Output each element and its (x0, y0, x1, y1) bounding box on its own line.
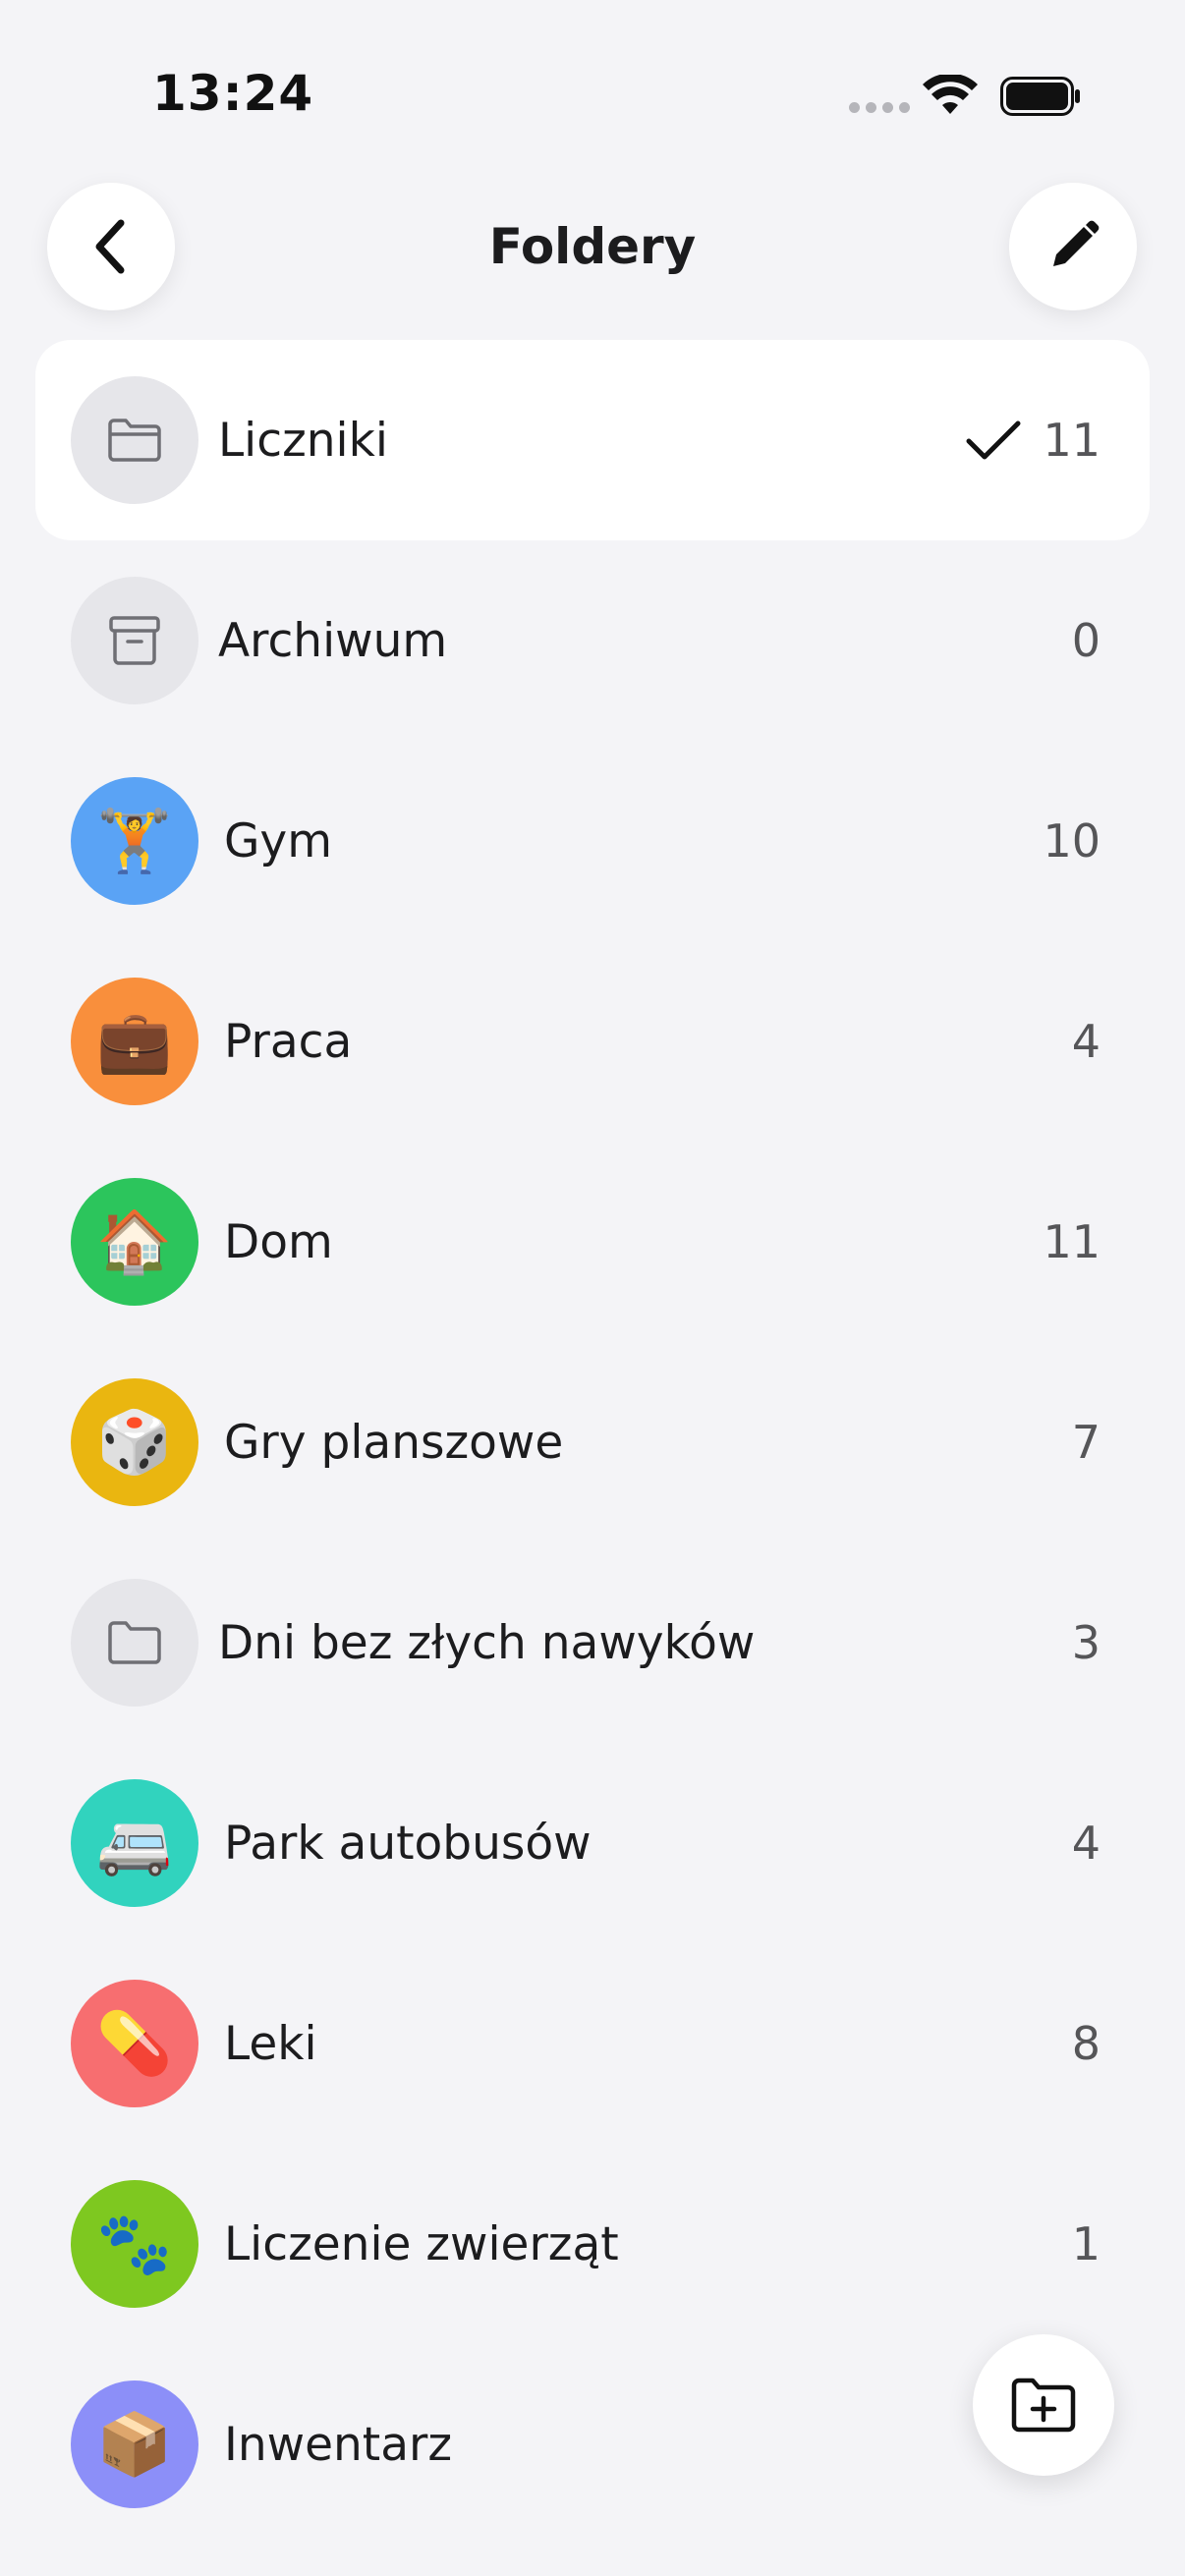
folder-icon-badge (71, 1579, 198, 1707)
add-folder-button[interactable] (973, 2334, 1114, 2476)
checkmark-icon (966, 420, 1021, 460)
folder-row-gry-planszowe[interactable]: 🎲 Gry planszowe 7 (0, 1342, 1185, 1542)
folder-count: 11 (1043, 414, 1100, 467)
folder-icon-badge: 💊 (71, 1980, 198, 2107)
folder-label: Inwentarz (224, 2417, 453, 2472)
folder-row-liczenie-zwierzat[interactable]: 🐾 Liczenie zwierząt 1 (0, 2144, 1185, 2344)
folder-count: 7 (1071, 1416, 1100, 1469)
status-bar: 13:24 (0, 0, 1185, 187)
folder-label: Archiwum (218, 613, 448, 668)
weightlifter-icon: 🏋️ (96, 805, 173, 876)
folder-label: Dom (224, 1214, 333, 1269)
minibus-icon: 🚐 (96, 1807, 173, 1878)
navigation-header: Foldery (0, 183, 1185, 310)
folder-outline-icon (108, 419, 161, 462)
folder-count: 11 (1043, 1215, 1100, 1268)
folder-row-park-autobusow[interactable]: 🚐 Park autobusów 4 (0, 1743, 1185, 1943)
folder-label: Liczniki (218, 413, 388, 468)
folder-label: Gym (224, 813, 333, 868)
cellular-signal-icon (849, 102, 910, 113)
folder-row-liczniki[interactable]: Liczniki 11 (35, 340, 1150, 540)
status-time: 13:24 (152, 65, 314, 122)
folder-label: Liczenie zwierząt (224, 2216, 619, 2271)
folder-icon-badge (71, 577, 198, 704)
folder-list: Liczniki 11 Archiwum 0 🏋️ Gym 10 💼 Praca… (0, 340, 1185, 2545)
folder-label: Park autobusów (224, 1816, 592, 1871)
page-title: Foldery (488, 218, 697, 275)
folder-row-dom[interactable]: 🏠 Dom 11 (0, 1142, 1185, 1342)
folder-count: 0 (1071, 614, 1100, 667)
folder-icon-badge: 📦 (71, 2380, 198, 2508)
folder-label: Dni bez złych nawyków (218, 1615, 756, 1670)
folder-count: 1 (1071, 2217, 1100, 2270)
folder-row-leki[interactable]: 💊 Leki 8 (0, 1943, 1185, 2144)
paw-prints-icon: 🐾 (96, 2208, 173, 2279)
package-icon: 📦 (96, 2408, 173, 2480)
folder-icon-badge: 🎲 (71, 1378, 198, 1506)
pencil-icon (1053, 220, 1100, 266)
folder-count: 8 (1071, 2017, 1100, 2070)
pill-icon: 💊 (96, 2007, 173, 2079)
battery-icon (1000, 77, 1080, 116)
archive-box-icon (109, 616, 160, 665)
edit-button[interactable] (1009, 183, 1137, 310)
folder-icon-badge: 🐾 (71, 2180, 198, 2308)
folder-row-gym[interactable]: 🏋️ Gym 10 (0, 741, 1185, 941)
folder-icon-badge: 🏋️ (71, 777, 198, 905)
folder-outline-icon (108, 1621, 161, 1664)
folder-icon-badge: 💼 (71, 978, 198, 1105)
house-icon: 🏠 (96, 1205, 173, 1277)
folder-row-praca[interactable]: 💼 Praca 4 (0, 941, 1185, 1142)
dice-icon: 🎲 (96, 1406, 173, 1478)
folder-row-dni-bez-zlych-nawykow[interactable]: Dni bez złych nawyków 3 (0, 1542, 1185, 1743)
folder-icon-badge: 🏠 (71, 1178, 198, 1306)
folder-count: 10 (1043, 814, 1100, 868)
folder-count: 4 (1071, 1015, 1100, 1068)
folder-count: 4 (1071, 1817, 1100, 1870)
folder-count: 3 (1071, 1616, 1100, 1669)
folder-label: Praca (224, 1014, 353, 1069)
wifi-icon (923, 75, 978, 114)
folder-icon-badge (71, 376, 198, 504)
folder-icon-badge: 🚐 (71, 1779, 198, 1907)
folder-row-archiwum[interactable]: Archiwum 0 (0, 540, 1185, 741)
briefcase-icon: 💼 (96, 1005, 173, 1077)
folder-label: Gry planszowe (224, 1415, 564, 1470)
folder-label: Leki (224, 2016, 317, 2071)
folder-plus-icon (1011, 2378, 1076, 2433)
